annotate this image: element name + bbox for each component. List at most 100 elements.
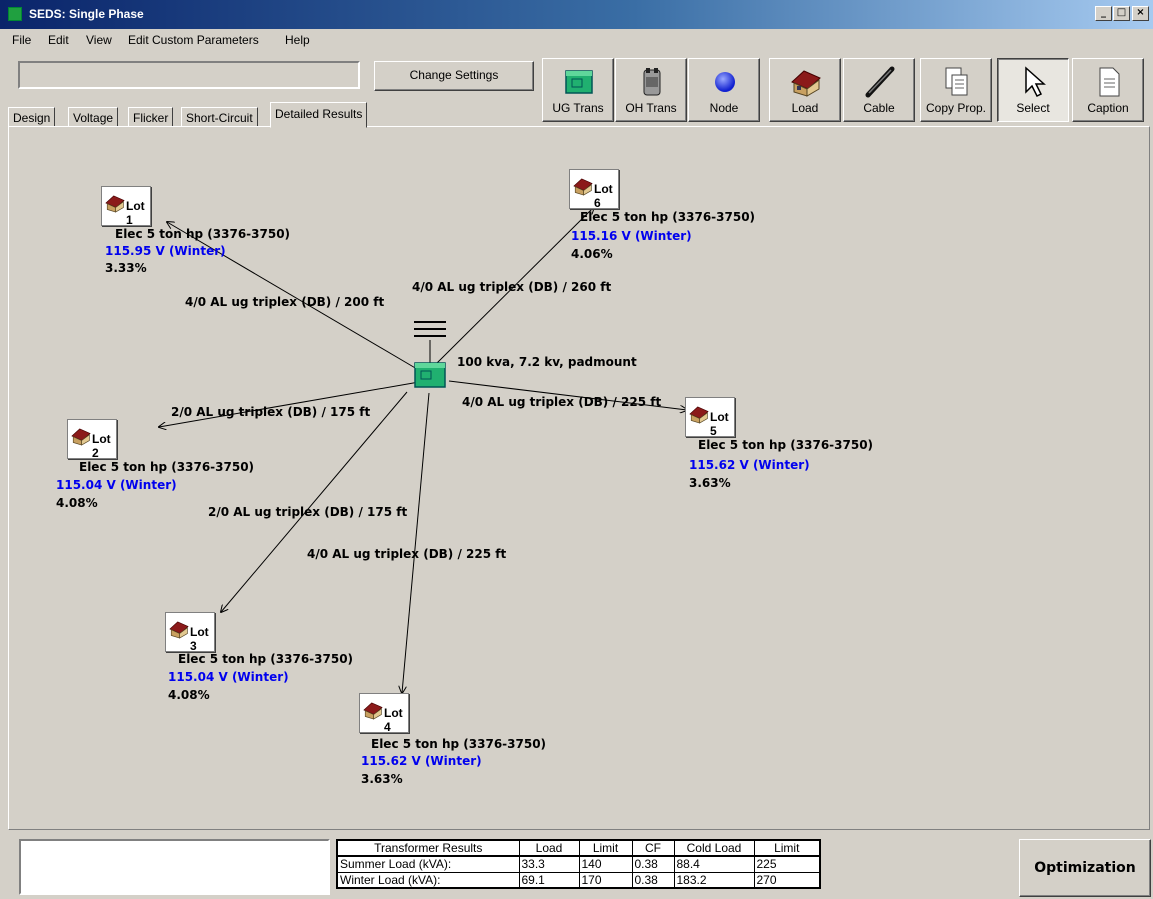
col-header: Transformer Results <box>336 839 520 857</box>
document-icon <box>1099 67 1120 97</box>
lot-5-node[interactable]: Lot 5 <box>685 397 735 438</box>
tool-label: Select <box>1016 101 1050 115</box>
change-settings-button[interactable]: Change Settings <box>374 61 534 91</box>
lot-name: Lot 6 <box>594 182 613 210</box>
tool-load[interactable]: Load <box>769 58 841 122</box>
transformer-results-table: Transformer Results Load Limit CF Cold L… <box>336 839 821 889</box>
tab-design[interactable]: Design <box>8 107 56 127</box>
house-icon <box>689 406 709 424</box>
cell: 0.38 <box>631 871 675 889</box>
lot-name: Lot 5 <box>710 410 729 438</box>
cell: Winter Load (kVA): <box>336 871 520 889</box>
cell: 88.4 <box>673 855 755 873</box>
lot-6-voltage: 115.16 V (Winter) <box>571 229 692 243</box>
tool-label: UG Trans <box>552 101 604 115</box>
cell: 140 <box>578 855 633 873</box>
tool-label: Load <box>791 101 819 115</box>
cell: 225 <box>753 855 821 873</box>
lot-3-load: Elec 5 ton hp (3376-3750) <box>178 652 354 666</box>
lot-4-voltage: 115.62 V (Winter) <box>361 754 482 768</box>
pointer-icon <box>1025 66 1046 98</box>
window-title: SEDS: Single Phase <box>29 7 144 21</box>
tool-node[interactable]: Node <box>688 58 760 122</box>
table-row: Summer Load (kVA): 33.3 140 0.38 88.4 22… <box>336 855 821 873</box>
cable-lot3 <box>221 391 408 612</box>
cell: 69.1 <box>518 871 580 889</box>
title-bar: SEDS: Single Phase _ □ × <box>0 0 1153 29</box>
tab-flicker[interactable]: Flicker <box>128 107 174 127</box>
lot-4-node[interactable]: Lot 4 <box>359 693 409 734</box>
cable-icon <box>865 66 895 98</box>
oh-transformer-icon <box>643 68 661 96</box>
cell: 0.38 <box>631 855 675 873</box>
house-icon <box>791 70 821 97</box>
close-button[interactable]: × <box>1132 6 1149 21</box>
tool-label: OH Trans <box>625 101 677 115</box>
lot-5-cable: 4/0 AL ug triplex (DB) / 225 ft <box>462 395 662 409</box>
lot-1-load: Elec 5 ton hp (3376-3750) <box>115 227 291 241</box>
cell: 183.2 <box>673 871 755 889</box>
cell: 33.3 <box>518 855 580 873</box>
lot-1-voltage: 115.95 V (Winter) <box>105 244 226 258</box>
lot-6-cable: 4/0 AL ug triplex (DB) / 260 ft <box>412 280 612 294</box>
menu-edit-custom-parameters[interactable]: Edit Custom Parameters <box>128 33 259 47</box>
lot-5-load: Elec 5 ton hp (3376-3750) <box>698 438 874 452</box>
table-header-row: Transformer Results Load Limit CF Cold L… <box>336 839 821 857</box>
lot-6-node[interactable]: Lot 6 <box>569 169 619 210</box>
optimization-button[interactable]: Optimization <box>1019 839 1151 897</box>
col-header: Limit <box>753 839 821 857</box>
tool-oh-trans[interactable]: OH Trans <box>615 58 687 122</box>
lot-name: Lot 2 <box>92 432 111 460</box>
lot-3-voltage: 115.04 V (Winter) <box>168 670 289 684</box>
cell: 170 <box>578 871 633 889</box>
transformer-icon <box>414 362 446 388</box>
lot-2-node[interactable]: Lot 2 <box>67 419 117 460</box>
tab-voltage[interactable]: Voltage <box>68 107 119 127</box>
table-row: Winter Load (kVA): 69.1 170 0.38 183.2 2… <box>336 871 821 889</box>
lot-3-cable: 2/0 AL ug triplex (DB) / 175 ft <box>208 505 408 519</box>
lot-3-node[interactable]: Lot 3 <box>165 612 215 653</box>
menu-edit[interactable]: Edit <box>48 33 69 47</box>
house-icon <box>105 195 125 213</box>
lot-2-pct: 4.08% <box>56 496 98 510</box>
col-header: Limit <box>578 839 633 857</box>
house-icon <box>363 702 383 720</box>
tool-cable[interactable]: Cable <box>843 58 915 122</box>
col-header: Load <box>518 839 580 857</box>
col-header: Cold Load <box>673 839 755 857</box>
app-icon <box>8 7 22 21</box>
maximize-button[interactable]: □ <box>1113 6 1130 21</box>
lot-1-cable: 4/0 AL ug triplex (DB) / 200 ft <box>185 295 385 309</box>
diagram-canvas[interactable]: 100 kva, 7.2 kv, padmount Lot 1 Elec 5 t… <box>8 126 1150 830</box>
message-box <box>19 839 330 895</box>
lot-name: Lot 1 <box>126 199 145 227</box>
lot-1-node[interactable]: Lot 1 <box>101 186 151 227</box>
tool-select[interactable]: Select <box>997 58 1069 122</box>
tool-ug-trans[interactable]: UG Trans <box>542 58 614 122</box>
menu-bar: File Edit View Edit Custom Parameters He… <box>0 29 1153 51</box>
tool-label: Caption <box>1087 101 1129 115</box>
lot-6-load: Elec 5 ton hp (3376-3750) <box>580 210 756 224</box>
house-icon <box>573 178 593 196</box>
menu-file[interactable]: File <box>12 33 31 47</box>
transformer-label: 100 kva, 7.2 kv, padmount <box>457 355 637 369</box>
minimize-button[interactable]: _ <box>1095 6 1112 21</box>
tool-copy-prop[interactable]: Copy Prop. <box>920 58 992 122</box>
tab-short-circuit[interactable]: Short-Circuit <box>181 107 258 127</box>
tool-label: Node <box>709 101 739 115</box>
cable-lot4 <box>402 392 430 693</box>
lot-5-pct: 3.63% <box>689 476 731 490</box>
status-field <box>18 61 360 89</box>
menu-view[interactable]: View <box>86 33 112 47</box>
lot-name: Lot 3 <box>190 625 209 653</box>
house-icon <box>71 428 91 446</box>
menu-help[interactable]: Help <box>285 33 310 47</box>
node-icon <box>715 72 735 92</box>
cell: 270 <box>753 871 821 889</box>
lot-2-load: Elec 5 ton hp (3376-3750) <box>79 460 255 474</box>
tab-detailed-results[interactable]: Detailed Results <box>270 102 368 128</box>
lot-5-voltage: 115.62 V (Winter) <box>689 458 810 472</box>
lot-4-load: Elec 5 ton hp (3376-3750) <box>371 737 547 751</box>
house-icon <box>169 621 189 639</box>
tool-caption[interactable]: Caption <box>1072 58 1144 122</box>
